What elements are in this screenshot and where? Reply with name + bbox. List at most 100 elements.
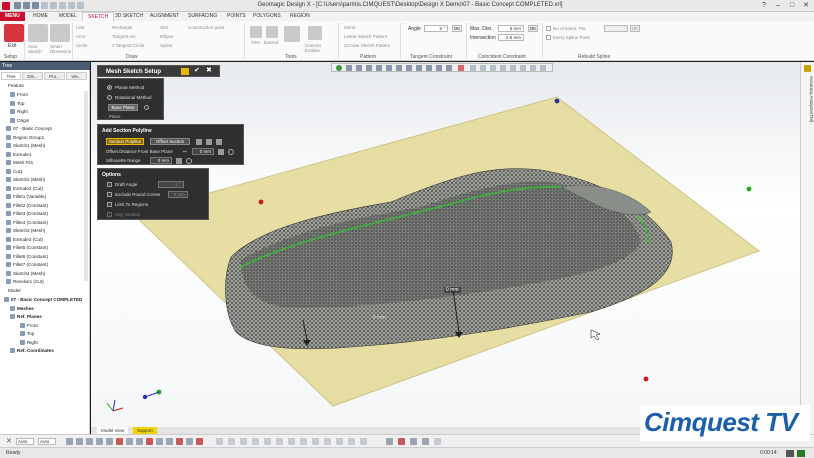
tree-item-feature[interactable]: Mesh Fit1 xyxy=(4,159,84,168)
max-dist-ok-button[interactable]: OK xyxy=(528,25,538,32)
tab-alignment[interactable]: ALIGNMENT xyxy=(145,12,184,21)
view-icon[interactable] xyxy=(470,65,476,71)
tab-points[interactable]: POINTS xyxy=(222,12,251,21)
offset-icon[interactable] xyxy=(284,26,300,42)
offset-direction-icon[interactable]: ⇔ xyxy=(182,149,189,155)
tree-item-model[interactable]: Front xyxy=(4,322,88,331)
view-tool-icon[interactable] xyxy=(434,438,441,445)
view-icon[interactable] xyxy=(436,65,442,71)
angle-input[interactable]: 5 ° xyxy=(424,25,448,32)
select-filter-icon[interactable] xyxy=(186,438,193,445)
offset-tool-icon[interactable] xyxy=(218,149,224,155)
view-tool-icon[interactable] xyxy=(336,438,343,445)
view-tool-icon[interactable] xyxy=(228,438,235,445)
select-mode-icon[interactable] xyxy=(336,65,342,71)
accuracy-analyzer-icon[interactable] xyxy=(804,65,811,72)
silhouette-tool-icon[interactable] xyxy=(186,158,192,164)
tree-item-feature[interactable]: Extrude3 (Cut) xyxy=(4,236,84,245)
view-tool-icon[interactable] xyxy=(240,438,247,445)
draft-angle-input[interactable]: 0 ° xyxy=(158,181,184,188)
view-tool-icon[interactable] xyxy=(276,438,283,445)
view-tool-icon[interactable] xyxy=(264,438,271,445)
view-tool-icon[interactable] xyxy=(398,438,405,445)
offset-distance-input[interactable]: 0 mm xyxy=(192,148,214,155)
quick-access-icon[interactable] xyxy=(68,2,75,9)
interp-input[interactable] xyxy=(604,25,628,32)
view-tool-icon[interactable] xyxy=(312,438,319,445)
view-tool-icon[interactable] xyxy=(348,438,355,445)
tree-item-feature[interactable]: Sketch2 (Mesh) xyxy=(4,176,84,185)
select-filter-icon[interactable] xyxy=(126,438,133,445)
section-tool-icon[interactable] xyxy=(206,139,212,145)
select-filter-icon[interactable] xyxy=(136,438,143,445)
view-tool-icon[interactable] xyxy=(324,438,331,445)
tree-item-feature[interactable]: Fillet6 (Constant) xyxy=(4,253,84,262)
tab-view[interactable]: Vie... xyxy=(66,72,87,80)
convert-entities-tool[interactable]: Convert Entities xyxy=(305,43,329,53)
view-tool-icon[interactable] xyxy=(360,438,367,445)
maximize-button[interactable]: □ xyxy=(786,1,798,10)
auto-sketch-button[interactable]: Auto Sketch xyxy=(28,44,48,54)
tree-item-feature[interactable]: Sketch4 (Mesh) xyxy=(4,270,84,279)
select-filter-icon[interactable] xyxy=(76,438,83,445)
app-logo-icon[interactable] xyxy=(2,2,10,10)
three-tangent-circle-tool[interactable]: 3 Tangent Circle xyxy=(112,43,144,48)
mirror-tool[interactable]: Mirror xyxy=(344,25,356,30)
tree-item-model[interactable]: Ref. Planes xyxy=(4,313,88,322)
circle-tool[interactable]: Circle xyxy=(76,43,88,48)
spline-tool[interactable]: Spline xyxy=(160,43,173,48)
auto-sketch-icon[interactable] xyxy=(28,24,48,42)
view-icon[interactable] xyxy=(500,65,506,71)
tab-home[interactable]: HOME xyxy=(28,12,53,21)
view-icon[interactable] xyxy=(366,65,372,71)
ok-check-icon[interactable]: ✔ xyxy=(194,67,202,75)
extend-tool[interactable]: Extend xyxy=(264,40,278,45)
tree-item-model[interactable]: Ref. Coordinates xyxy=(4,347,88,356)
tab-3d-sketch[interactable]: 3D SKETCH xyxy=(110,12,148,21)
rectangle-tool[interactable]: Rectangle xyxy=(112,25,132,30)
save-icon[interactable] xyxy=(32,2,39,9)
section-polyline-button[interactable]: Section Polyline xyxy=(106,138,144,145)
tab-tree[interactable]: Tree xyxy=(1,72,21,80)
base-plane-toggle-icon[interactable] xyxy=(144,105,149,110)
select-filter-icon[interactable] xyxy=(176,438,183,445)
offset-section-dropdown[interactable]: Offset Section xyxy=(150,138,190,145)
view-tool-icon[interactable] xyxy=(288,438,295,445)
silhouette-tool-icon[interactable] xyxy=(176,158,182,164)
tree-item-model[interactable]: Top xyxy=(4,330,88,339)
tree-item-feature[interactable]: Extrude1 xyxy=(4,151,84,160)
intersection-input[interactable]: 2.5 mm xyxy=(498,34,524,41)
view-icon[interactable] xyxy=(356,65,362,71)
select-filter-icon[interactable] xyxy=(96,438,103,445)
linear-sketch-pattern-tool[interactable]: Linear Sketch Pattern xyxy=(344,34,387,39)
planar-method-radio[interactable] xyxy=(107,85,112,90)
tab-support[interactable]: Support xyxy=(133,427,157,434)
slot-tool[interactable]: Slot xyxy=(160,25,168,30)
new-file-icon[interactable] xyxy=(14,2,21,9)
trim-tool[interactable]: Trim xyxy=(251,40,260,45)
smart-dimension-icon[interactable] xyxy=(50,24,70,42)
select-filter-icon[interactable] xyxy=(146,438,153,445)
every-spline-checkbox[interactable] xyxy=(546,35,551,40)
selection-mode-dropdown[interactable]: Auto xyxy=(16,438,34,445)
tree-item-feature[interactable]: Front xyxy=(4,91,84,100)
tree-item-feature[interactable]: Extrude2 (Cut) xyxy=(4,185,84,194)
cancel-icon[interactable]: ✖ xyxy=(206,67,214,75)
view-tool-icon[interactable] xyxy=(386,438,393,445)
angle-ok-button[interactable]: OK xyxy=(452,25,462,32)
trim-icon[interactable] xyxy=(250,26,262,38)
section-delete-icon[interactable] xyxy=(216,139,222,145)
exit-icon[interactable] xyxy=(4,24,24,42)
tangent-arc-tool[interactable]: Tangent Arc xyxy=(112,34,136,39)
close-button[interactable]: ✕ xyxy=(800,1,812,10)
tree-item-feature[interactable]: Origin xyxy=(4,117,84,126)
render-mode-icon[interactable] xyxy=(458,65,464,71)
base-plane-button[interactable]: Base Plane xyxy=(108,104,138,111)
tab-display[interactable]: Dis... xyxy=(22,72,43,80)
quick-access-icon[interactable] xyxy=(77,2,84,9)
accuracy-analyzer-tab[interactable]: Accuracy Analyzer(TM) xyxy=(802,76,814,136)
view-icon[interactable] xyxy=(510,65,516,71)
view-icon[interactable] xyxy=(540,65,546,71)
section-tool-icon[interactable] xyxy=(196,139,202,145)
filter-dropdown[interactable]: Auto xyxy=(38,438,56,445)
